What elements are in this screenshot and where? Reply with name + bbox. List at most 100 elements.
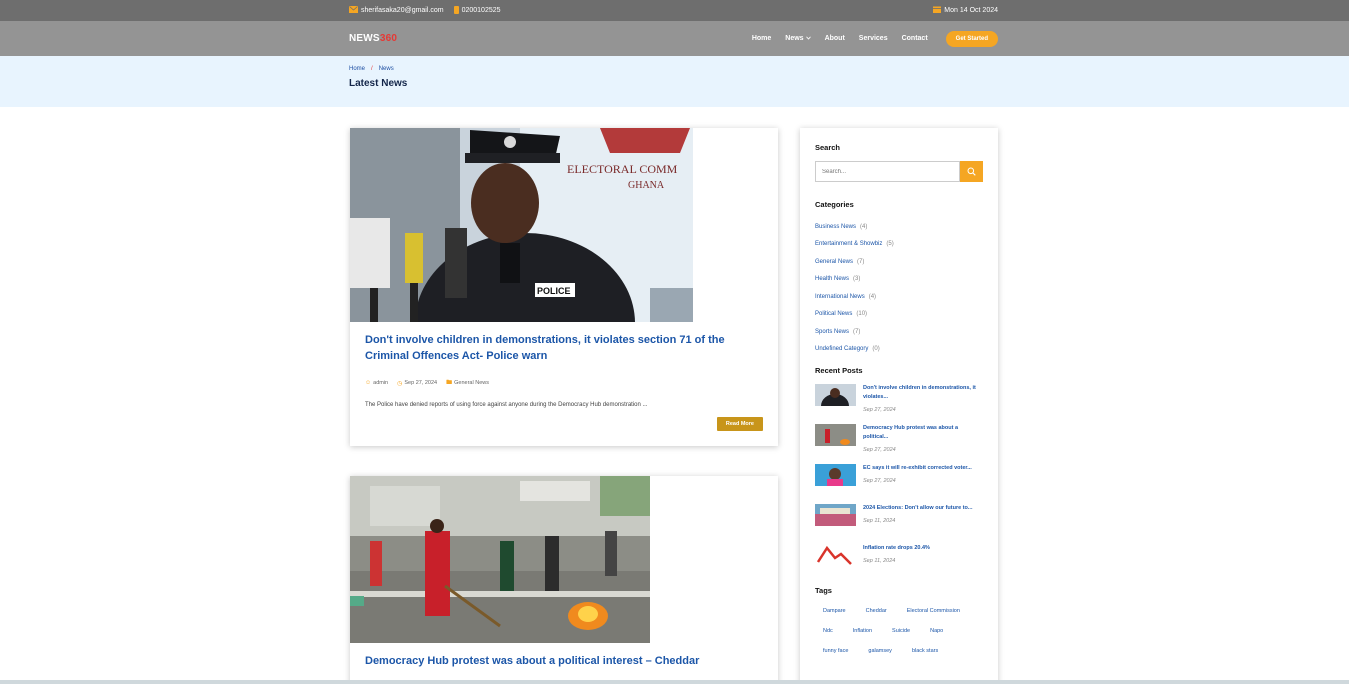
recent-post-title[interactable]: EC says it will re-exhibit corrected vot… [863,464,972,473]
main-navbar: NEWS360 Home News About Services Contact… [0,21,1349,56]
category-count: (5) [886,241,894,248]
read-more-button[interactable]: Read More [716,417,763,431]
recent-post-title[interactable]: Democracy Hub protest was about a politi… [863,424,983,442]
category-list: Business News (4) Entertainment & Showbiz… [815,218,983,358]
svg-text:ELECTORAL COMM: ELECTORAL COMM [567,162,678,176]
page-header: Home / News Latest News [0,56,1349,107]
breadcrumb-home[interactable]: Home [349,66,365,72]
category-item[interactable]: General News (7) [815,253,983,271]
recent-post-date: Sep 27, 2024 [863,478,896,484]
logo-main-text: NEWS [349,33,380,44]
recent-post-title[interactable]: Don't involve children in demonstrations… [863,384,983,402]
recent-posts-list: Don't involve children in demonstrations… [815,384,983,584]
recent-post-thumbnail[interactable] [815,384,856,406]
nav-services[interactable]: Services [859,35,888,42]
category-count: (0) [872,346,880,353]
category-name: International News [815,293,865,300]
svg-text:POLICE: POLICE [537,286,571,296]
post-card: Democracy Hub protest was about a politi… [350,476,778,684]
top-info-bar: sherifasaka20@gmail.com 0200102525 Mon 1… [0,0,1349,21]
phone-icon [453,5,459,16]
user-icon: ☺ [365,380,372,386]
post-category[interactable]: 🖿 General News [446,378,489,388]
tag[interactable]: funny face [815,643,856,659]
recent-post-thumbnail[interactable] [815,504,856,526]
tag[interactable]: Inflation [845,623,880,639]
search-icon [967,163,976,181]
phone-text: 0200102525 [461,7,501,14]
tag[interactable]: galamsey [860,643,900,659]
post-image-police[interactable]: ELECTORAL COMM GHANA POLICE [350,128,693,322]
nav-links: Home News About Services Contact Get Sta… [738,30,998,47]
post-date-text: Sep 27, 2024 [404,380,438,386]
category-item[interactable]: Undefined Category (0) [815,341,983,359]
recent-post-thumbnail[interactable] [815,424,856,446]
recent-post-title[interactable]: Inflation rate drops 20.4% [863,544,930,553]
site-logo[interactable]: NEWS360 [349,33,397,44]
nav-news-label: News [785,35,804,42]
tag[interactable]: Ndc [815,623,841,639]
calendar-icon [933,6,942,15]
nav-news[interactable]: News [785,35,811,42]
post-image-protest[interactable] [350,476,650,643]
tag[interactable]: Dampare [815,603,854,619]
category-name: Business News [815,223,857,230]
recent-post-item[interactable]: 2024 Elections: Don't allow our future t… [815,504,983,544]
categories-heading: Categories [815,200,854,209]
category-count: (3) [853,276,861,283]
nav-contact[interactable]: Contact [902,35,928,42]
tag[interactable]: Napo [922,623,951,639]
category-item[interactable]: Sports News (7) [815,323,983,341]
category-name: Sports News [815,328,850,335]
recent-post-date: Sep 27, 2024 [863,407,896,413]
envelope-icon [349,6,358,15]
recent-post-date: Sep 27, 2024 [863,447,896,453]
tag[interactable]: Electoral Commission [899,603,968,619]
category-item[interactable]: Health News (3) [815,271,983,289]
nav-about[interactable]: About [825,35,845,42]
phone-contact[interactable]: 0200102525 [453,5,501,16]
post-card: ELECTORAL COMM GHANA POLICE Don't involv… [350,128,778,446]
email-contact[interactable]: sherifasaka20@gmail.com [349,6,444,15]
tag[interactable]: Suicide [884,623,918,639]
recent-post-item[interactable]: Don't involve children in demonstrations… [815,384,983,424]
tag-cloud: Dampare Cheddar Electoral Commission Ndc… [815,603,983,663]
category-name: Health News [815,276,850,283]
search-button[interactable] [960,161,983,182]
recent-post-thumbnail[interactable] [815,464,856,486]
recent-post-date: Sep 11, 2024 [863,518,896,524]
get-started-button[interactable]: Get Started [945,30,998,47]
category-item[interactable]: Business News (4) [815,218,983,236]
nav-home[interactable]: Home [752,35,771,42]
recent-post-item[interactable]: Democracy Hub protest was about a politi… [815,424,983,464]
post-title[interactable]: Don't involve children in demonstrations… [365,332,763,364]
breadcrumb-news[interactable]: News [379,66,394,72]
tags-heading: Tags [815,586,832,595]
category-item[interactable]: International News (4) [815,288,983,306]
search-input[interactable] [815,161,960,182]
tag[interactable]: Cheddar [858,603,895,619]
category-item[interactable]: Political News (10) [815,306,983,324]
window-bottom-edge [0,680,1349,684]
category-name: Undefined Category [815,346,869,353]
post-meta: ☺ admin ◷ Sep 27, 2024 🖿 General News [365,378,763,388]
tag[interactable]: black stars [904,643,946,659]
sidebar: Search Categories Business News(4) Enter… [800,128,998,684]
chevron-down-icon [805,36,811,42]
logo-accent-text: 360 [379,33,398,44]
date-text: Mon 14 Oct 2024 [944,7,998,14]
post-author[interactable]: ☺ admin [365,380,388,386]
post-author-text: admin [373,380,389,386]
recent-post-title[interactable]: 2024 Elections: Don't allow our future t… [863,504,973,513]
recent-post-item[interactable]: EC says it will re-exhibit corrected vot… [815,464,983,504]
breadcrumb-separator: / [371,66,373,72]
recent-post-item[interactable]: Inflation rate drops 20.4% Sep 11, 2024 [815,544,983,584]
search-heading: Search [815,143,841,152]
category-item[interactable]: Entertainment & Showbiz (5) [815,236,983,254]
recent-post-date: Sep 11, 2024 [863,558,896,564]
email-text: sherifasaka20@gmail.com [361,7,444,14]
post-title[interactable]: Democracy Hub protest was about a politi… [365,653,763,669]
post-excerpt: The Police have denied reports of using … [365,402,648,408]
post-date: ◷ Sep 27, 2024 [397,380,437,387]
recent-post-thumbnail[interactable] [815,544,856,566]
